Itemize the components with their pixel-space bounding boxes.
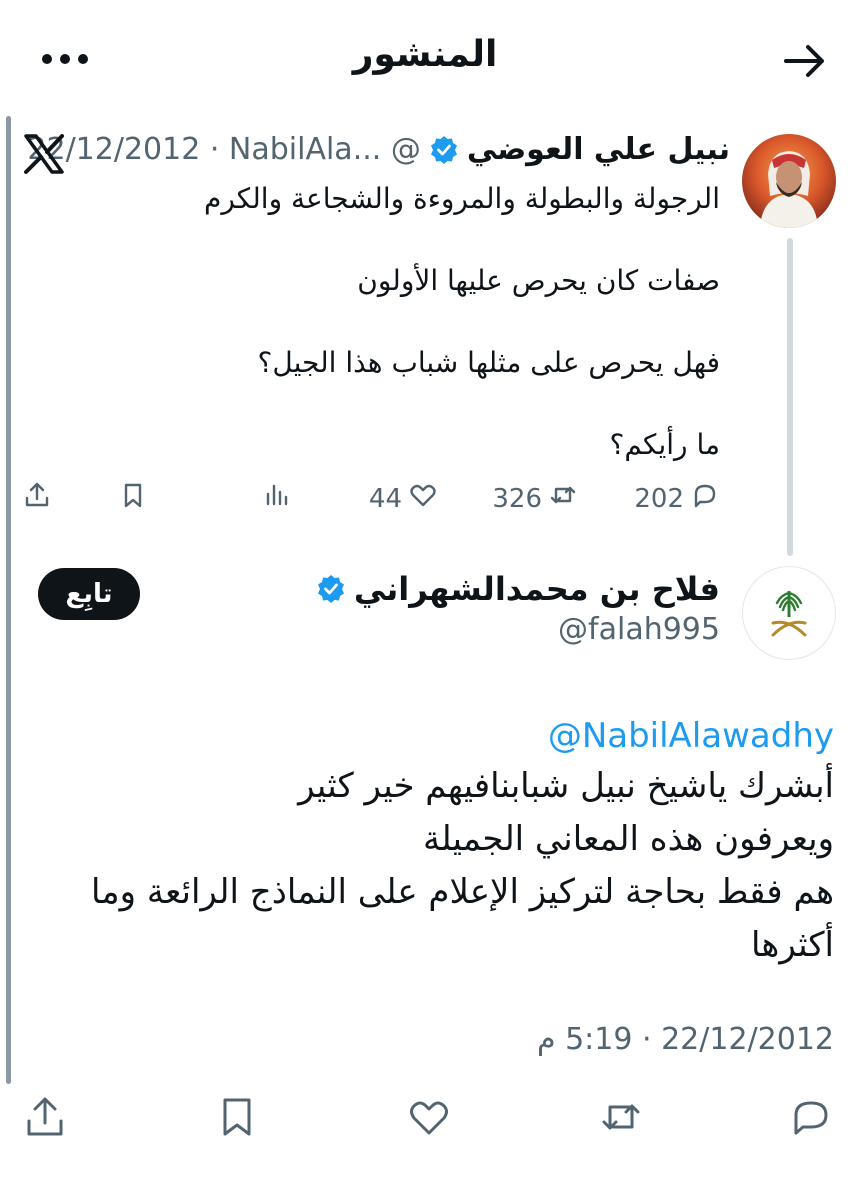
analytics-icon xyxy=(262,480,292,517)
quoted-action-row: 202 326 44 xyxy=(0,474,850,520)
retweet-icon xyxy=(548,480,578,517)
retweet-count: 326 xyxy=(492,483,542,514)
follow-button[interactable]: تابِع xyxy=(38,568,140,620)
share-button[interactable] xyxy=(22,480,52,517)
like-button[interactable]: 44 xyxy=(369,480,438,517)
reply-icon xyxy=(690,480,720,517)
share-button[interactable] xyxy=(22,1094,68,1144)
bookmark-button[interactable] xyxy=(214,1094,260,1144)
quoted-author-row: نبيل علي العوضي 22/12/2012 · NabilAla...… xyxy=(27,132,730,167)
tweet-timestamp[interactable]: 22/12/2012 · 5:19 م xyxy=(537,1022,834,1057)
verified-badge-icon xyxy=(429,135,459,165)
arrow-icon[interactable] xyxy=(782,38,828,84)
thread-rail xyxy=(6,116,11,1084)
avatar[interactable] xyxy=(742,134,836,228)
views-button[interactable] xyxy=(262,480,292,517)
author-handle[interactable]: @falah995 xyxy=(558,612,720,647)
quoted-tweet-text: الرجولة والبطولة والمروءة والشجاعة والكر… xyxy=(204,182,720,461)
retweet-button[interactable] xyxy=(598,1094,644,1144)
share-icon xyxy=(22,480,52,517)
verified-badge-icon xyxy=(316,574,346,604)
mention-link[interactable]: @NabilAlawadhy xyxy=(548,716,834,756)
retweet-icon xyxy=(598,1104,644,1144)
author-name[interactable]: نبيل علي العوضي xyxy=(467,132,730,167)
author-name[interactable]: فلاح بن محمدالشهراني xyxy=(354,570,720,608)
handle-and-date: 22/12/2012 · NabilAla... @ xyxy=(27,132,421,167)
bookmark-icon xyxy=(118,480,148,517)
x-logo-icon xyxy=(22,132,66,176)
retweet-button[interactable]: 326 xyxy=(492,480,578,517)
heart-icon xyxy=(406,1101,452,1144)
main-tweet-text: أبشرك ياشيخ نبيل شبابنافيهم خير كثير ويع… xyxy=(91,766,834,965)
reply-icon xyxy=(788,1101,834,1144)
bookmark-icon xyxy=(214,1098,260,1144)
like-button[interactable] xyxy=(406,1094,452,1144)
heart-icon xyxy=(408,480,438,517)
emblem-icon xyxy=(771,591,807,637)
page-title: المنشور xyxy=(352,34,498,75)
reply-count: 202 xyxy=(634,483,684,514)
main-author-row: فلاح بن محمدالشهراني xyxy=(308,570,720,608)
more-dots-icon[interactable] xyxy=(40,48,90,70)
like-count: 44 xyxy=(368,483,402,514)
bookmark-button[interactable] xyxy=(118,480,148,517)
share-icon xyxy=(22,1097,68,1144)
reply-button[interactable]: 202 xyxy=(634,480,720,517)
avatar[interactable] xyxy=(742,566,836,660)
reply-button[interactable] xyxy=(788,1094,834,1144)
main-action-row xyxy=(0,1092,850,1142)
